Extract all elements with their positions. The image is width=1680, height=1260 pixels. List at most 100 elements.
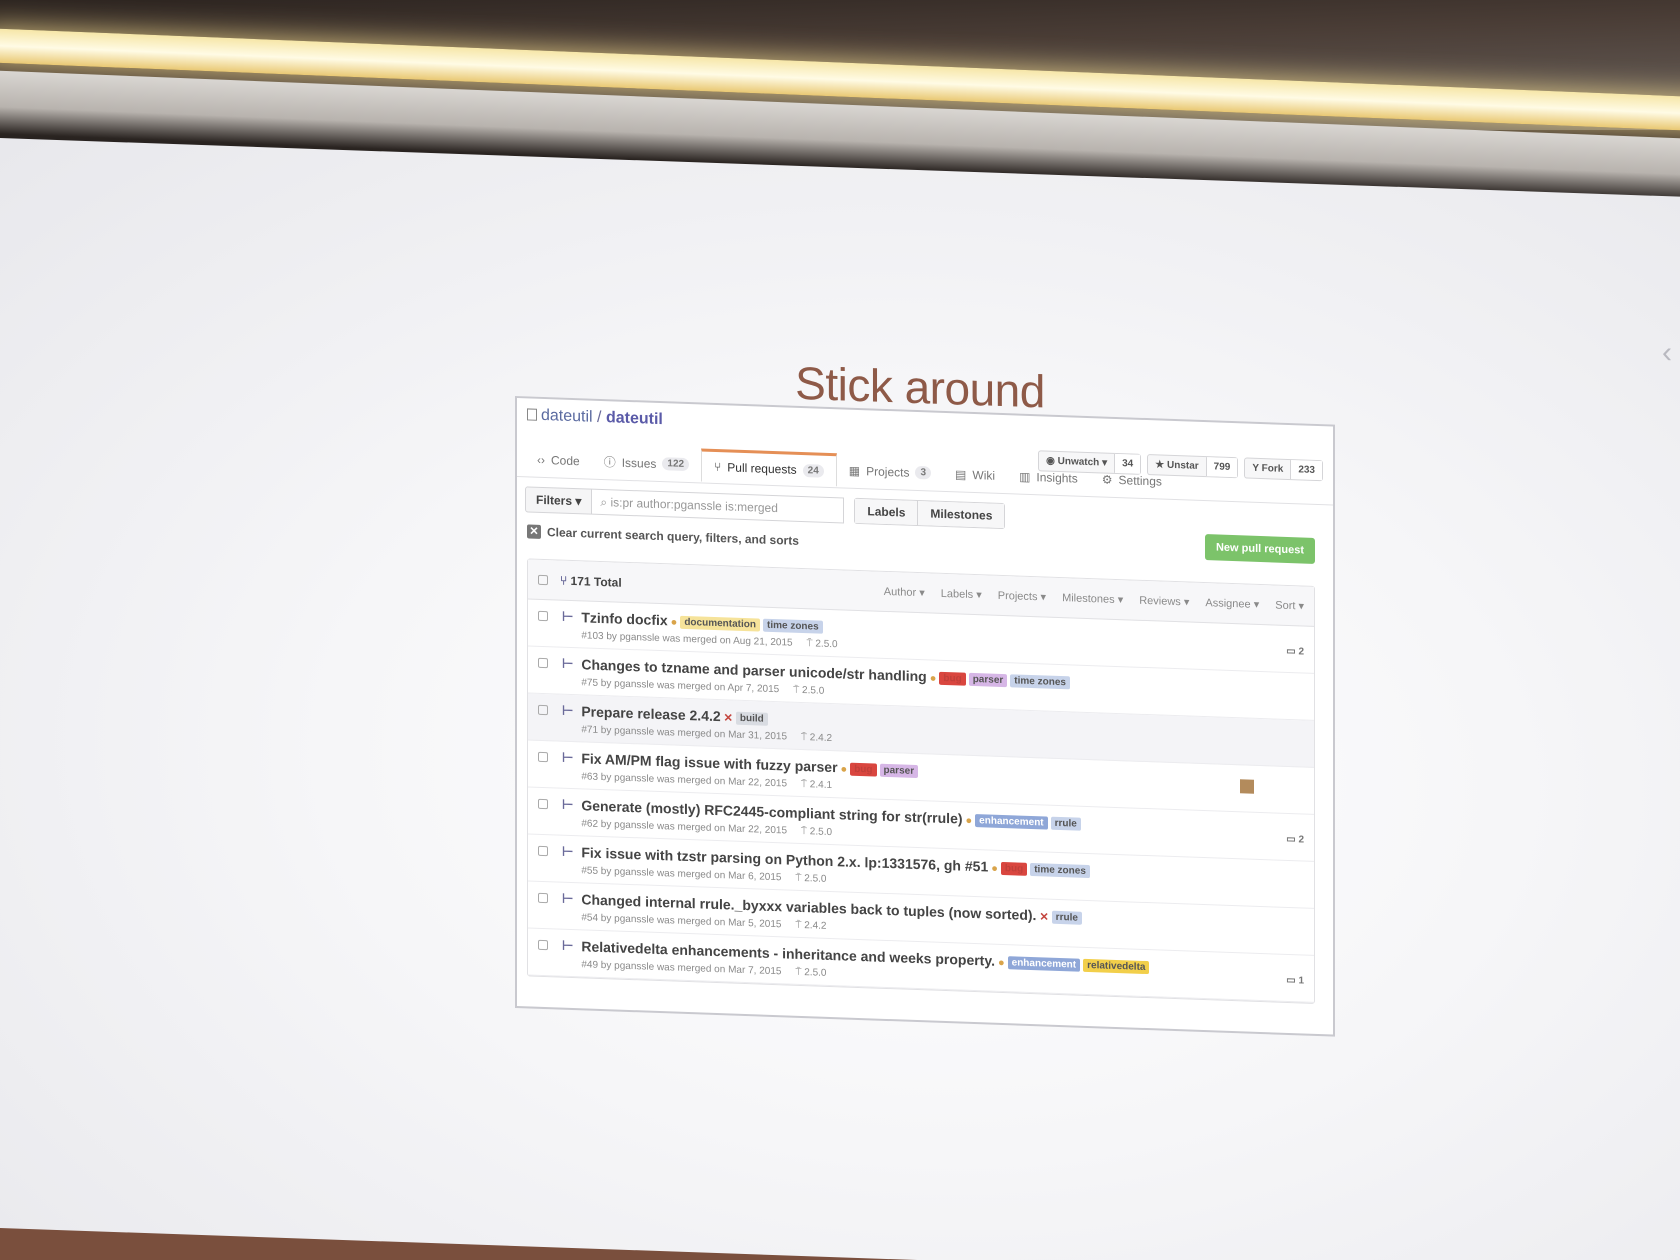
clear-filters-link[interactable]: ✕ Clear current search query, filters, a…	[527, 524, 799, 548]
merged-icon: ⊢	[562, 702, 574, 719]
column-filter-milestones[interactable]: Milestones ▾	[1062, 591, 1123, 606]
tab-label: Code	[551, 452, 580, 468]
tab-label: Settings	[1118, 472, 1162, 489]
tab-label: Projects	[866, 463, 910, 480]
tag-icon: ⍑	[793, 684, 803, 697]
milestone-tag[interactable]: ⍑ 2.5.0	[795, 873, 826, 885]
label-badge[interactable]: parser	[879, 763, 919, 779]
pr-icon: ⑂	[714, 459, 722, 475]
repo-owner-link[interactable]: dateutil	[541, 407, 593, 426]
label-badge[interactable]: bug	[850, 762, 877, 777]
label-badge[interactable]: build	[735, 711, 768, 726]
tab-projects[interactable]: ▦ Projects 3	[837, 453, 943, 490]
label-badge[interactable]: bug	[939, 671, 966, 686]
fork-button[interactable]: Y Fork	[1245, 458, 1290, 479]
milestone-tag[interactable]: ⍑ 2.4.1	[801, 779, 832, 791]
unstar-count[interactable]: 799	[1205, 457, 1238, 478]
avatar[interactable]	[1240, 779, 1254, 794]
chevron-left-icon[interactable]: ‹	[1662, 336, 1672, 370]
column-filter-projects[interactable]: Projects ▾	[998, 589, 1046, 604]
pending-status-icon[interactable]: ●	[998, 957, 1005, 969]
pending-status-icon[interactable]: ●	[991, 863, 998, 875]
label-badge[interactable]: rrule	[1051, 910, 1082, 925]
select-all-checkbox[interactable]	[538, 574, 548, 585]
column-filters: Author ▾ Labels ▾ Projects ▾ Milestones ▾ Re…	[884, 585, 1304, 613]
tab-label: Insights	[1036, 469, 1078, 486]
new-pull-request-button[interactable]: New pull request	[1204, 534, 1315, 564]
tab-counter: 3	[915, 465, 932, 480]
pull-request-title[interactable]: Tzinfo docfix	[581, 609, 667, 628]
tab-wiki[interactable]: ▤ Wiki	[943, 457, 1007, 492]
row-checkbox[interactable]	[538, 704, 548, 716]
tab-pull-requests[interactable]: ⑂ Pull requests 24	[701, 448, 837, 487]
label-badge[interactable]: time zones	[762, 618, 823, 634]
column-filter-assignee[interactable]: Assignee ▾	[1205, 596, 1259, 611]
repo-name-link[interactable]: dateutil	[606, 409, 663, 428]
label-badge[interactable]: documentation	[680, 615, 760, 632]
label-badge[interactable]: time zones	[1030, 862, 1090, 879]
column-filter-reviews[interactable]: Reviews ▾	[1139, 594, 1189, 609]
merged-icon: ⊢	[562, 608, 574, 625]
row-checkbox[interactable]	[538, 939, 548, 951]
label-badge[interactable]: rrule	[1050, 816, 1081, 831]
tab-settings[interactable]: ⚙ Settings	[1090, 462, 1174, 498]
graph-icon: ▥	[1019, 469, 1031, 484]
tag-icon: ⍑	[795, 872, 805, 885]
tag-icon: ⍑	[801, 731, 810, 744]
gear-icon: ⚙	[1101, 471, 1113, 487]
milestone-tag[interactable]: ⍑ 2.4.2	[801, 732, 832, 744]
milestones-button[interactable]: Milestones	[917, 501, 1005, 529]
label-badge[interactable]: enhancement	[975, 814, 1048, 830]
milestone-tag[interactable]: ⍑ 2.5.0	[801, 826, 832, 838]
row-checkbox[interactable]	[538, 845, 548, 857]
pull-request-title[interactable]: Fix AM/PM flag issue with fuzzy parser	[581, 750, 837, 775]
milestone-tag[interactable]: ⍑ 2.5.0	[807, 638, 838, 650]
pending-status-icon[interactable]: ●	[966, 815, 973, 827]
tab-code[interactable]: ‹› Code	[525, 442, 592, 477]
labels-button[interactable]: Labels	[855, 498, 918, 526]
comment-icon: ▭	[1286, 833, 1299, 846]
label-badge[interactable]: enhancement	[1007, 956, 1081, 972]
pending-status-icon[interactable]: ●	[930, 672, 937, 684]
fork-count[interactable]: 233	[1290, 460, 1322, 481]
column-filter-author[interactable]: Author ▾	[884, 585, 925, 599]
failed-status-icon[interactable]: ✕	[724, 712, 733, 724]
fork-group: Y Fork 233	[1244, 457, 1323, 482]
tab-issues[interactable]: ⓘ Issues 122	[592, 445, 701, 482]
label-badge[interactable]: time zones	[1010, 674, 1070, 690]
comment-count[interactable]: ▭ 2	[1286, 646, 1304, 658]
repo-icon	[527, 408, 537, 421]
milestone-tag[interactable]: ⍑ 2.5.0	[793, 685, 824, 697]
tab-counter: 122	[662, 457, 690, 472]
row-checkbox[interactable]	[538, 751, 548, 763]
pending-status-icon[interactable]: ●	[671, 616, 678, 628]
tab-insights[interactable]: ▥ Insights	[1007, 459, 1090, 495]
repo-separator: /	[592, 408, 606, 427]
tag-icon: ⍑	[801, 825, 810, 838]
row-checkbox[interactable]	[538, 892, 548, 904]
pending-status-icon[interactable]: ●	[841, 763, 848, 775]
row-checkbox[interactable]	[538, 610, 548, 622]
column-filter-sort[interactable]: Sort ▾	[1275, 599, 1304, 613]
failed-status-icon[interactable]: ✕	[1039, 911, 1048, 923]
pr-icon: ⑂	[560, 573, 568, 588]
comment-count[interactable]: ▭ 2	[1286, 834, 1304, 846]
column-filter-labels[interactable]: Labels ▾	[941, 587, 982, 601]
projection-screen: Stick around ‹ dateutil / dateutil ◉ Unw…	[0, 138, 1680, 1260]
comment-icon: ▭	[1286, 974, 1299, 987]
search-input[interactable]: ⌕ is:pr author:pganssle is:merged	[592, 488, 845, 524]
milestone-tag[interactable]: ⍑ 2.4.2	[795, 920, 826, 932]
label-badge[interactable]: bug	[1000, 861, 1028, 876]
wiki-icon: ▤	[955, 466, 967, 482]
pull-request-title[interactable]: Prepare release 2.4.2	[581, 703, 720, 724]
label-badge[interactable]: relativedelta	[1083, 958, 1150, 975]
comment-count[interactable]: ▭ 1	[1286, 975, 1304, 987]
row-checkbox[interactable]	[538, 798, 548, 810]
label-badge[interactable]: parser	[968, 672, 1008, 688]
filters-dropdown[interactable]: Filters ▾	[525, 486, 593, 515]
row-checkbox[interactable]	[538, 657, 548, 669]
tab-label: Wiki	[972, 467, 996, 483]
pull-request-list: ⑂ 171 Total Author ▾ Labels ▾ Projects ▾ Mi…	[527, 558, 1315, 1004]
merged-icon: ⊢	[562, 843, 574, 860]
milestone-tag[interactable]: ⍑ 2.5.0	[795, 967, 826, 979]
